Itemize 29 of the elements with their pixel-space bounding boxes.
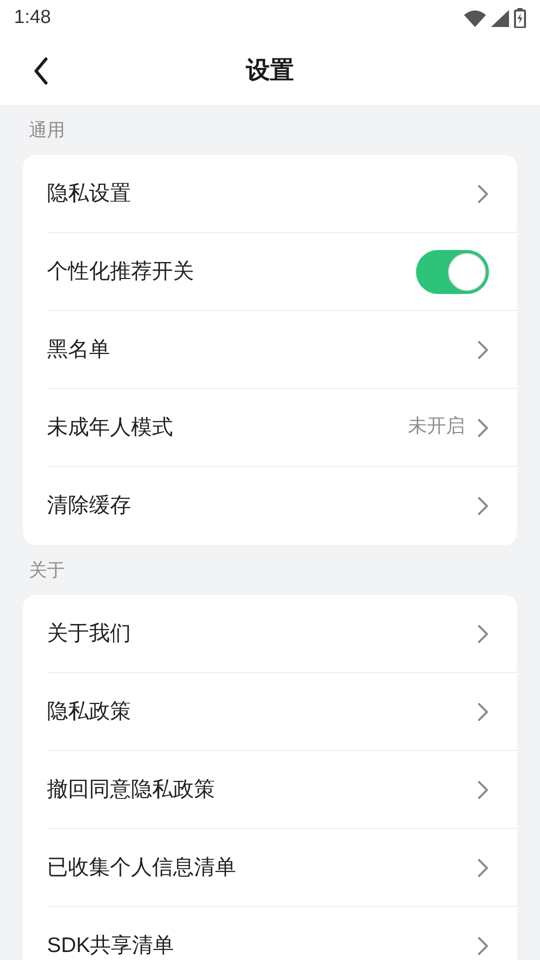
toggle-switch[interactable] <box>416 250 489 294</box>
row-label[interactable]: 隐私设置 <box>47 178 131 210</box>
row-label[interactable]: SDK共享清单 <box>47 930 174 960</box>
row-label[interactable]: 已收集个人信息清单 <box>47 852 236 884</box>
status-time: 1:48 <box>14 6 51 30</box>
chevron-right-icon <box>477 418 489 438</box>
page-title: 设置 <box>246 56 294 86</box>
section-title: 通用 <box>29 118 65 142</box>
row-label[interactable]: 个性化推荐开关 <box>47 256 194 288</box>
row-label[interactable]: 清除缓存 <box>47 490 131 522</box>
chevron-right-icon <box>477 340 489 360</box>
chevron-right-icon <box>477 858 489 878</box>
row-label[interactable]: 黑名单 <box>47 334 110 366</box>
chevron-right-icon <box>477 936 489 956</box>
chevron-right-icon <box>477 702 489 722</box>
wifi-icon <box>464 10 486 26</box>
battery-icon <box>514 8 526 28</box>
back-icon[interactable] <box>33 57 49 85</box>
row-value: 未开启 <box>408 415 465 440</box>
chevron-right-icon <box>477 496 489 516</box>
row-label[interactable]: 关于我们 <box>47 618 131 650</box>
chevron-right-icon <box>477 780 489 800</box>
row-label[interactable]: 未成年人模式 <box>47 412 173 444</box>
section-title: 关于 <box>29 558 65 582</box>
chevron-right-icon <box>477 184 489 204</box>
row-label[interactable]: 撤回同意隐私政策 <box>47 774 215 806</box>
row-label[interactable]: 隐私政策 <box>47 696 131 728</box>
signal-icon <box>491 10 509 26</box>
chevron-right-icon <box>477 624 489 644</box>
